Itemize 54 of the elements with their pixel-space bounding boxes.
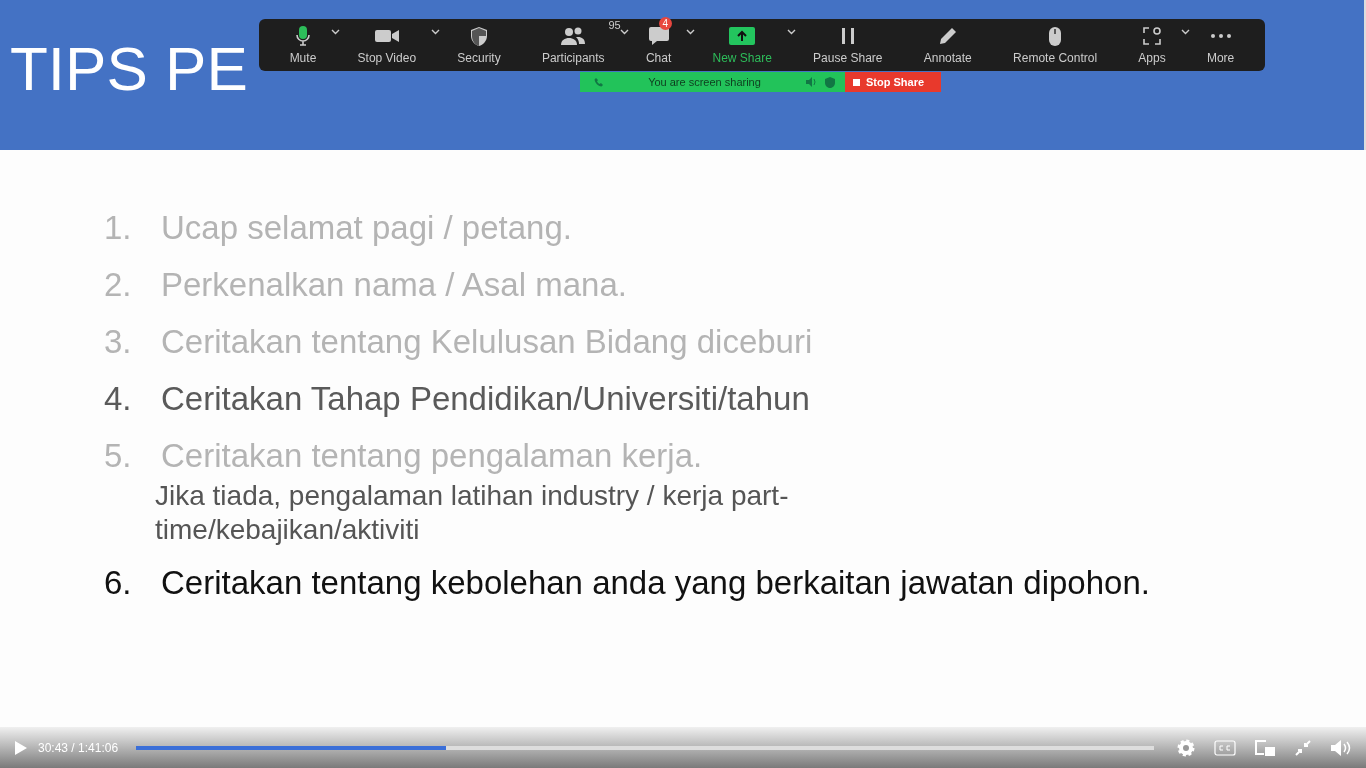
toolbar-button[interactable]: Stop Video — [353, 23, 421, 67]
slide-title: TIPS PE — [10, 38, 248, 100]
list-number: 6. — [104, 563, 133, 603]
stop-share-button[interactable]: Stop Share — [845, 72, 941, 92]
video-camera-icon — [373, 27, 400, 45]
toolbar-button[interactable]: New Share — [708, 23, 776, 67]
caret-icon[interactable] — [331, 29, 341, 35]
list-item-text: Ceritakan tentang kebolehan anda yang berkaitan jawatan dipohon. — [161, 563, 1150, 603]
caret-icon[interactable] — [431, 29, 441, 35]
list-item-text: Perkenalkan nama / Asal mana. — [161, 265, 627, 305]
list-number: 4. — [104, 379, 133, 419]
phone-icon — [594, 77, 604, 87]
playback-time: 30:43 / 1:41:06 — [38, 740, 119, 755]
settings-icon[interactable] — [1176, 737, 1196, 758]
toolbar-button[interactable]: Pause Share — [809, 23, 887, 67]
toolbar-button[interactable]: Annotate — [919, 23, 976, 67]
participant-count: 95 — [608, 19, 621, 31]
caret-icon[interactable] — [786, 29, 796, 35]
caret-icon[interactable] — [686, 29, 696, 35]
toolbar-button[interactable]: Apps — [1134, 23, 1170, 67]
caret-icon[interactable] — [619, 29, 629, 35]
apps-icon — [1142, 26, 1162, 46]
shield-icon — [825, 76, 835, 88]
seek-bar[interactable] — [136, 745, 1154, 750]
sharing-status: You are screen sharing — [647, 76, 762, 88]
mouse-icon — [1048, 25, 1063, 47]
list-item-text: Ceritakan Tahap Pendidikan/Universiti/tahun — [161, 379, 810, 419]
exit-fullscreen-icon[interactable] — [1294, 738, 1312, 757]
list-number: 5. — [104, 436, 133, 476]
list-note: Jika tiada, pengalaman latihan industry / kerja part-time/kebajikan/aktiviti — [155, 479, 790, 547]
list-number: 1. — [104, 208, 133, 248]
pencil-icon — [937, 26, 958, 46]
toolbar-button[interactable]: Security — [453, 23, 505, 67]
captions-icon[interactable] — [1214, 739, 1236, 756]
list-item-text: Ceritakan tentang pengalaman kerja. — [161, 436, 703, 476]
pause-icon — [840, 27, 855, 45]
toolbar-button[interactable]: Mute — [285, 23, 321, 67]
picture-in-picture-icon[interactable] — [1254, 738, 1276, 757]
people-icon — [560, 26, 587, 46]
list-item-text: Ucap selamat pagi / petang. — [161, 208, 572, 248]
microphone-icon — [294, 25, 311, 47]
caret-icon[interactable] — [1180, 29, 1190, 35]
list-number: 2. — [104, 265, 133, 305]
chat-bubble-icon — [647, 26, 670, 46]
toolbar-button[interactable]: Participants — [537, 23, 609, 67]
shield-icon — [470, 25, 488, 47]
list-item-text: Ceritakan tentang Kelulusan Bidang diceburi — [161, 322, 813, 362]
toolbar-button[interactable]: Remote Control — [1009, 23, 1102, 67]
play-icon[interactable] — [14, 739, 28, 756]
speaker-icon — [805, 77, 817, 87]
list-number: 3. — [104, 322, 133, 362]
volume-icon[interactable] — [1330, 738, 1352, 757]
toolbar-button[interactable]: More — [1202, 23, 1239, 67]
more-dots-icon — [1209, 33, 1232, 39]
